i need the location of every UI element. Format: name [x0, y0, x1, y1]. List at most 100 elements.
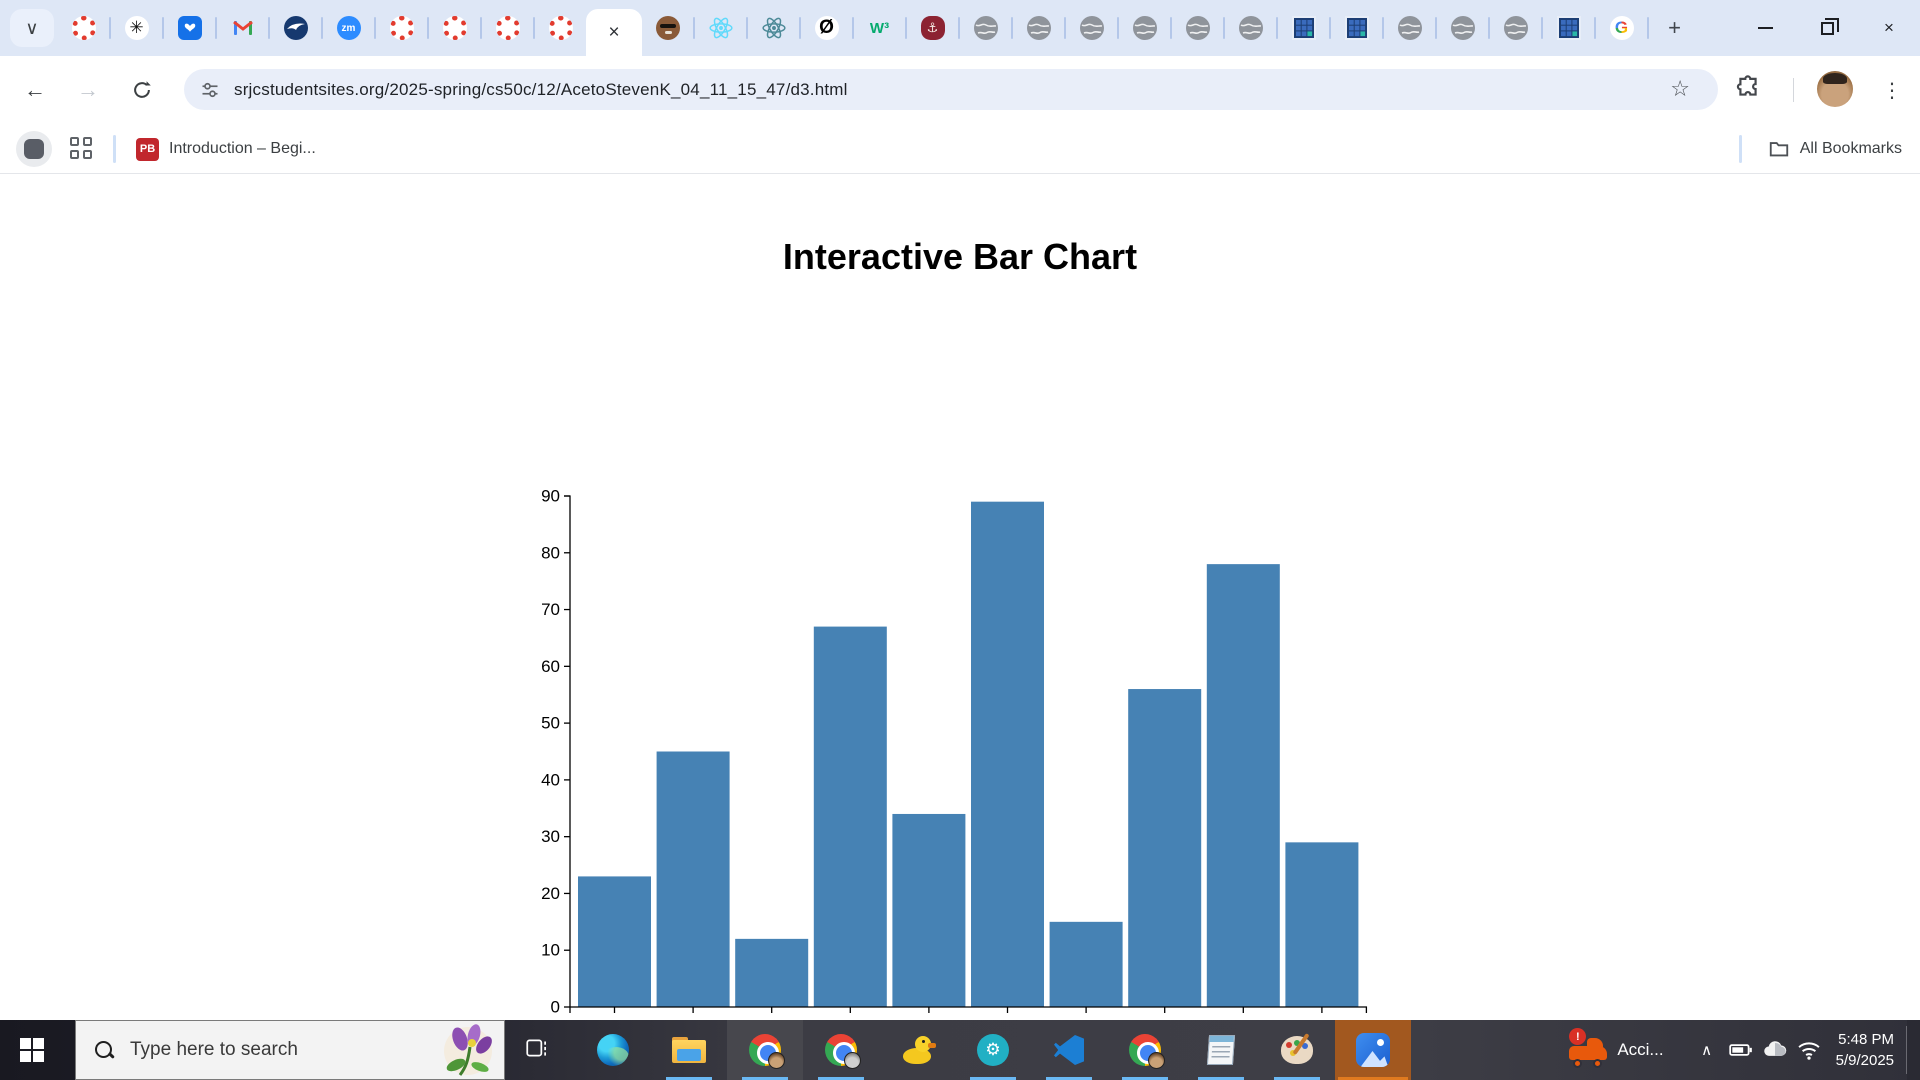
pinned-tab[interactable]	[270, 0, 321, 56]
plus-icon: +	[1668, 15, 1681, 41]
pinned-tab[interactable]	[1278, 0, 1329, 56]
bar-I[interactable]	[1207, 564, 1280, 1007]
pinned-tab[interactable]	[376, 0, 427, 56]
globe-icon	[1185, 15, 1211, 41]
pinned-tab[interactable]	[58, 0, 109, 56]
all-bookmarks-label: All Bookmarks	[1800, 140, 1902, 158]
url-text[interactable]: srjcstudentsites.org/2025-spring/cs50c/1…	[234, 80, 848, 100]
pinned-tab[interactable]	[1172, 0, 1223, 56]
taskbar-app-rubber-duck[interactable]	[879, 1020, 955, 1080]
globe-icon	[973, 15, 999, 41]
chrome-profile-b-icon	[825, 1034, 857, 1066]
taskbar-app-edge[interactable]	[575, 1020, 651, 1080]
taskbar-search-input[interactable]: Type here to search	[75, 1020, 505, 1080]
bookmarks-bar: PB Introduction – Begi... All Bookmarks	[0, 123, 1920, 174]
clock[interactable]: 5:48 PM 5/9/2025	[1836, 1029, 1894, 1071]
new-tab-button[interactable]: +	[1649, 0, 1700, 56]
wifi-icon[interactable]	[1792, 1020, 1826, 1080]
minimize-button[interactable]	[1734, 0, 1796, 56]
table-grid-icon	[1344, 15, 1370, 41]
bar-H[interactable]	[1128, 689, 1201, 1007]
taskbar-app-file-explorer[interactable]	[651, 1020, 727, 1080]
pinned-tab[interactable]: Ø	[801, 0, 852, 56]
taskbar-app-chrome-profile-c[interactable]	[1107, 1020, 1183, 1080]
bluesky-icon	[177, 15, 203, 41]
apps-grid-icon[interactable]	[70, 137, 92, 159]
battery-icon[interactable]	[1724, 1020, 1758, 1080]
pinned-tab[interactable]	[1543, 0, 1594, 56]
side-panel-button[interactable]	[16, 131, 52, 167]
taskbar-app-notepad[interactable]	[1183, 1020, 1259, 1080]
pinned-tab[interactable]: zm	[323, 0, 374, 56]
pinned-tab[interactable]	[217, 0, 268, 56]
bar-F[interactable]	[971, 502, 1044, 1007]
notepad-icon	[1208, 1035, 1234, 1065]
pinned-tab[interactable]	[429, 0, 480, 56]
pinned-tab[interactable]	[535, 0, 586, 56]
rubber-duck-icon	[901, 1034, 933, 1066]
pinned-tab[interactable]	[1490, 0, 1541, 56]
alert-badge: !	[1569, 1028, 1586, 1045]
y-tick-label: 20	[541, 884, 560, 903]
taskbar-app-photos[interactable]	[1335, 1020, 1411, 1080]
search-highlight-flower-image[interactable]	[430, 1023, 502, 1079]
back-button[interactable]: ←	[15, 70, 55, 110]
browser-menu-button[interactable]: ⋮	[1872, 70, 1912, 110]
pinned-tabs-row: ✳ zm × ØW³⚓	[58, 0, 1700, 56]
chatgpt-icon: ✳	[124, 15, 150, 41]
pinned-tab[interactable]	[1331, 0, 1382, 56]
clock-time: 5:48 PM	[1836, 1029, 1894, 1050]
taskbar-app-vscode[interactable]	[1031, 1020, 1107, 1080]
pinned-tab[interactable]	[1437, 0, 1488, 56]
bar-G[interactable]	[1050, 922, 1123, 1007]
profile-avatar[interactable]	[1817, 71, 1853, 107]
pinned-tab[interactable]	[695, 0, 746, 56]
pinned-tab[interactable]: W³	[854, 0, 905, 56]
taskbar-app-gear-app[interactable]: ⚙	[955, 1020, 1031, 1080]
alert-label[interactable]: Acci...	[1617, 1040, 1663, 1060]
pinned-tab[interactable]: ⚓	[907, 0, 958, 56]
show-desktop-button[interactable]	[1907, 1020, 1920, 1080]
bar-D[interactable]	[814, 627, 887, 1007]
taskbar-app-chrome-profile-a[interactable]	[727, 1020, 803, 1080]
bookmark-star-icon[interactable]: ☆	[1670, 76, 1690, 102]
bar-C[interactable]	[735, 939, 808, 1007]
bar-A[interactable]	[578, 876, 651, 1007]
start-button[interactable]	[0, 1020, 64, 1080]
reload-button[interactable]	[122, 70, 162, 110]
pinned-tab[interactable]	[164, 0, 215, 56]
pinned-tab[interactable]	[1013, 0, 1064, 56]
canvas-icon	[71, 15, 97, 41]
pinned-tab[interactable]	[1066, 0, 1117, 56]
bar-E[interactable]	[892, 814, 965, 1007]
site-settings-icon[interactable]	[200, 80, 220, 100]
pinned-tab[interactable]	[748, 0, 799, 56]
all-bookmarks-button[interactable]: All Bookmarks	[1768, 131, 1902, 167]
extensions-icon[interactable]	[1735, 74, 1761, 100]
traffic-alert-icon[interactable]: !	[1567, 1030, 1609, 1070]
pinned-tab[interactable]	[1225, 0, 1276, 56]
tab-search-chevron-icon[interactable]: ∨	[10, 9, 54, 47]
pinned-tab[interactable]	[1119, 0, 1170, 56]
bookmark-item[interactable]: PB Introduction – Begi...	[136, 131, 316, 167]
bar-B[interactable]	[657, 752, 730, 1008]
pinned-tab[interactable]	[482, 0, 533, 56]
onedrive-cloud-icon[interactable]	[1758, 1020, 1792, 1080]
bar-J[interactable]	[1285, 842, 1358, 1007]
close-tab-icon[interactable]: ×	[608, 23, 619, 42]
close-button[interactable]: ×	[1858, 0, 1920, 56]
taskbar-app-chrome-profile-b[interactable]	[803, 1020, 879, 1080]
pinned-tab[interactable]	[960, 0, 1011, 56]
pinned-tab[interactable]: ✳	[111, 0, 162, 56]
taskbar-app-paint[interactable]	[1259, 1020, 1335, 1080]
forward-button[interactable]: →	[68, 70, 108, 110]
pinned-tab[interactable]: G	[1596, 0, 1647, 56]
hidden-icons-chevron[interactable]: ∧	[1690, 1020, 1724, 1080]
restore-button[interactable]	[1796, 0, 1858, 56]
active-tab-d3-page[interactable]: ×	[586, 9, 642, 56]
pinned-tab[interactable]	[642, 0, 693, 56]
pinned-tab[interactable]	[1384, 0, 1435, 56]
address-bar[interactable]: srjcstudentsites.org/2025-spring/cs50c/1…	[184, 69, 1718, 110]
bookmark-label: Introduction – Begi...	[169, 140, 316, 158]
taskbar-app-task-view[interactable]	[499, 1020, 575, 1080]
